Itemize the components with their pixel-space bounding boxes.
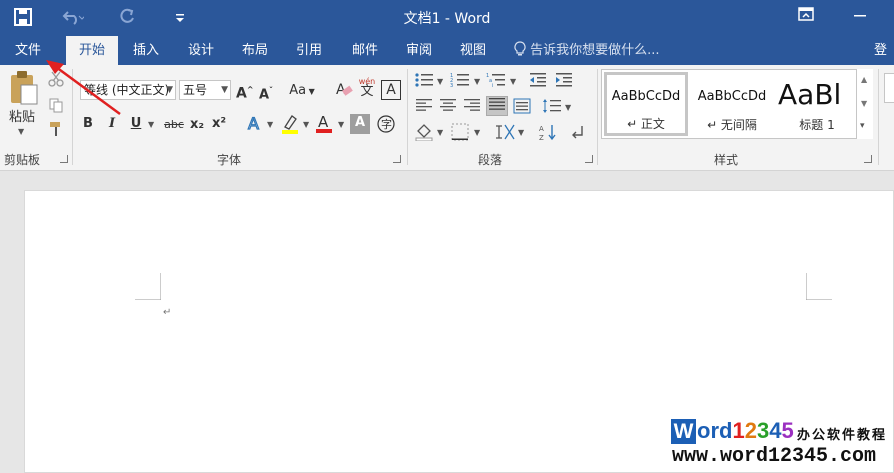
watermark-brand: ord12345 — [697, 418, 794, 443]
watermark-badge: W — [671, 419, 696, 444]
annotation-arrow — [46, 60, 121, 116]
watermark-logo: W ord12345 办公软件教程 www.word12345.com — [670, 416, 894, 473]
watermark-url: www.word12345.com — [672, 445, 877, 468]
watermark-tagline: 办公软件教程 — [797, 428, 888, 443]
